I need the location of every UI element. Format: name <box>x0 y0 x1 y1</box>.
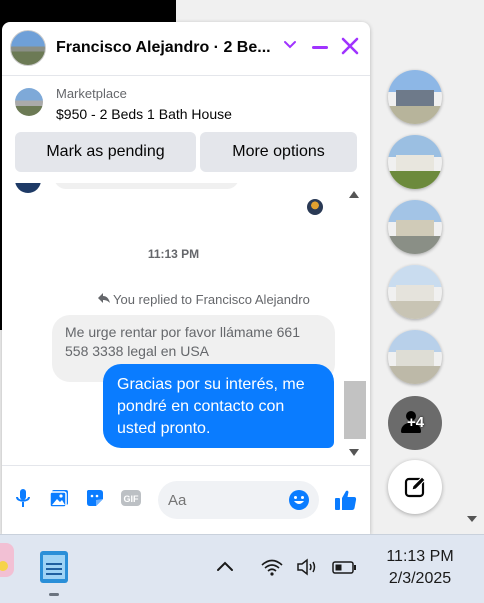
minimize-icon[interactable] <box>309 36 331 58</box>
listing-title[interactable]: $950 - 2 Beds 1 Bath House <box>56 106 232 122</box>
message-composer[interactable] <box>158 481 319 519</box>
message-input[interactable] <box>168 490 283 510</box>
chat-head-avatar[interactable] <box>388 200 442 254</box>
battery-icon[interactable] <box>332 555 356 579</box>
clock-date: 2/3/2025 <box>388 570 452 587</box>
chevron-down-icon[interactable] <box>280 36 300 56</box>
compose-icon <box>404 476 426 498</box>
rail-scroll-down-icon[interactable] <box>467 516 477 522</box>
scroll-down-arrow-icon[interactable] <box>349 449 359 456</box>
thread-scrollbar[interactable] <box>344 183 366 465</box>
contact-avatar[interactable] <box>10 30 46 66</box>
new-message-button[interactable] <box>388 460 442 514</box>
chat-window: Francisco Alejandro · 2 Be... Marketplac… <box>2 22 370 534</box>
chat-heads-rail: +4 <box>384 0 484 530</box>
read-receipt-avatar <box>307 199 323 215</box>
taskbar-app-icon[interactable] <box>0 543 14 577</box>
volume-icon[interactable] <box>295 555 319 579</box>
previous-message-bubble <box>54 183 239 189</box>
background-window <box>0 0 176 24</box>
taskbar: 11:13 PM 2/3/2025 <box>0 534 484 603</box>
scrollbar-thumb[interactable] <box>344 381 366 439</box>
chevron-up-icon[interactable] <box>213 555 237 579</box>
chat-title[interactable]: Francisco Alejandro · 2 Be... <box>56 39 271 57</box>
system-clock[interactable]: 11:13 PM 2/3/2025 <box>372 546 468 590</box>
notepad-icon[interactable] <box>40 551 68 583</box>
listing-thumbnail[interactable] <box>15 88 43 116</box>
reply-arrow-icon <box>97 292 113 307</box>
emoji-icon[interactable] <box>288 489 310 511</box>
message-thread[interactable]: 11:13 PM You replied to Francisco Alejan… <box>2 183 370 465</box>
more-chats-button[interactable]: +4 <box>388 396 442 450</box>
svg-text:GIF: GIF <box>124 494 140 504</box>
chat-head-avatar[interactable] <box>388 70 442 124</box>
replied-indicator: You replied to Francisco Alejandro <box>97 292 310 307</box>
chat-head-avatar[interactable] <box>388 330 442 384</box>
sticker-icon[interactable] <box>84 487 106 509</box>
thumbs-up-icon[interactable] <box>334 488 358 512</box>
outgoing-message-bubble[interactable]: Gracias por su interés, me pondré en con… <box>103 364 334 448</box>
composer-bar: GIF <box>2 465 370 534</box>
wifi-icon[interactable] <box>260 555 284 579</box>
chat-head-avatar[interactable] <box>388 265 442 319</box>
marketplace-label: Marketplace <box>56 86 127 101</box>
more-chats-count: +4 <box>407 414 425 431</box>
gif-icon[interactable]: GIF <box>120 487 142 509</box>
photo-icon[interactable] <box>48 487 70 509</box>
replied-text: You replied to Francisco Alejandro <box>113 292 310 307</box>
close-icon[interactable] <box>338 34 362 58</box>
microphone-icon[interactable] <box>12 487 34 509</box>
previous-message-avatar <box>15 183 41 193</box>
app-running-indicator <box>49 593 59 596</box>
scroll-up-arrow-icon[interactable] <box>349 191 359 198</box>
mark-as-pending-button[interactable]: Mark as pending <box>15 132 196 172</box>
chat-header[interactable]: Francisco Alejandro · 2 Be... <box>2 22 370 76</box>
clock-time: 11:13 PM <box>386 548 454 565</box>
chat-head-avatar[interactable] <box>388 135 442 189</box>
marketplace-panel: Marketplace $950 - 2 Beds 1 Bath House M… <box>2 77 370 187</box>
more-options-button[interactable]: More options <box>200 132 357 172</box>
message-timestamp: 11:13 PM <box>147 247 200 261</box>
